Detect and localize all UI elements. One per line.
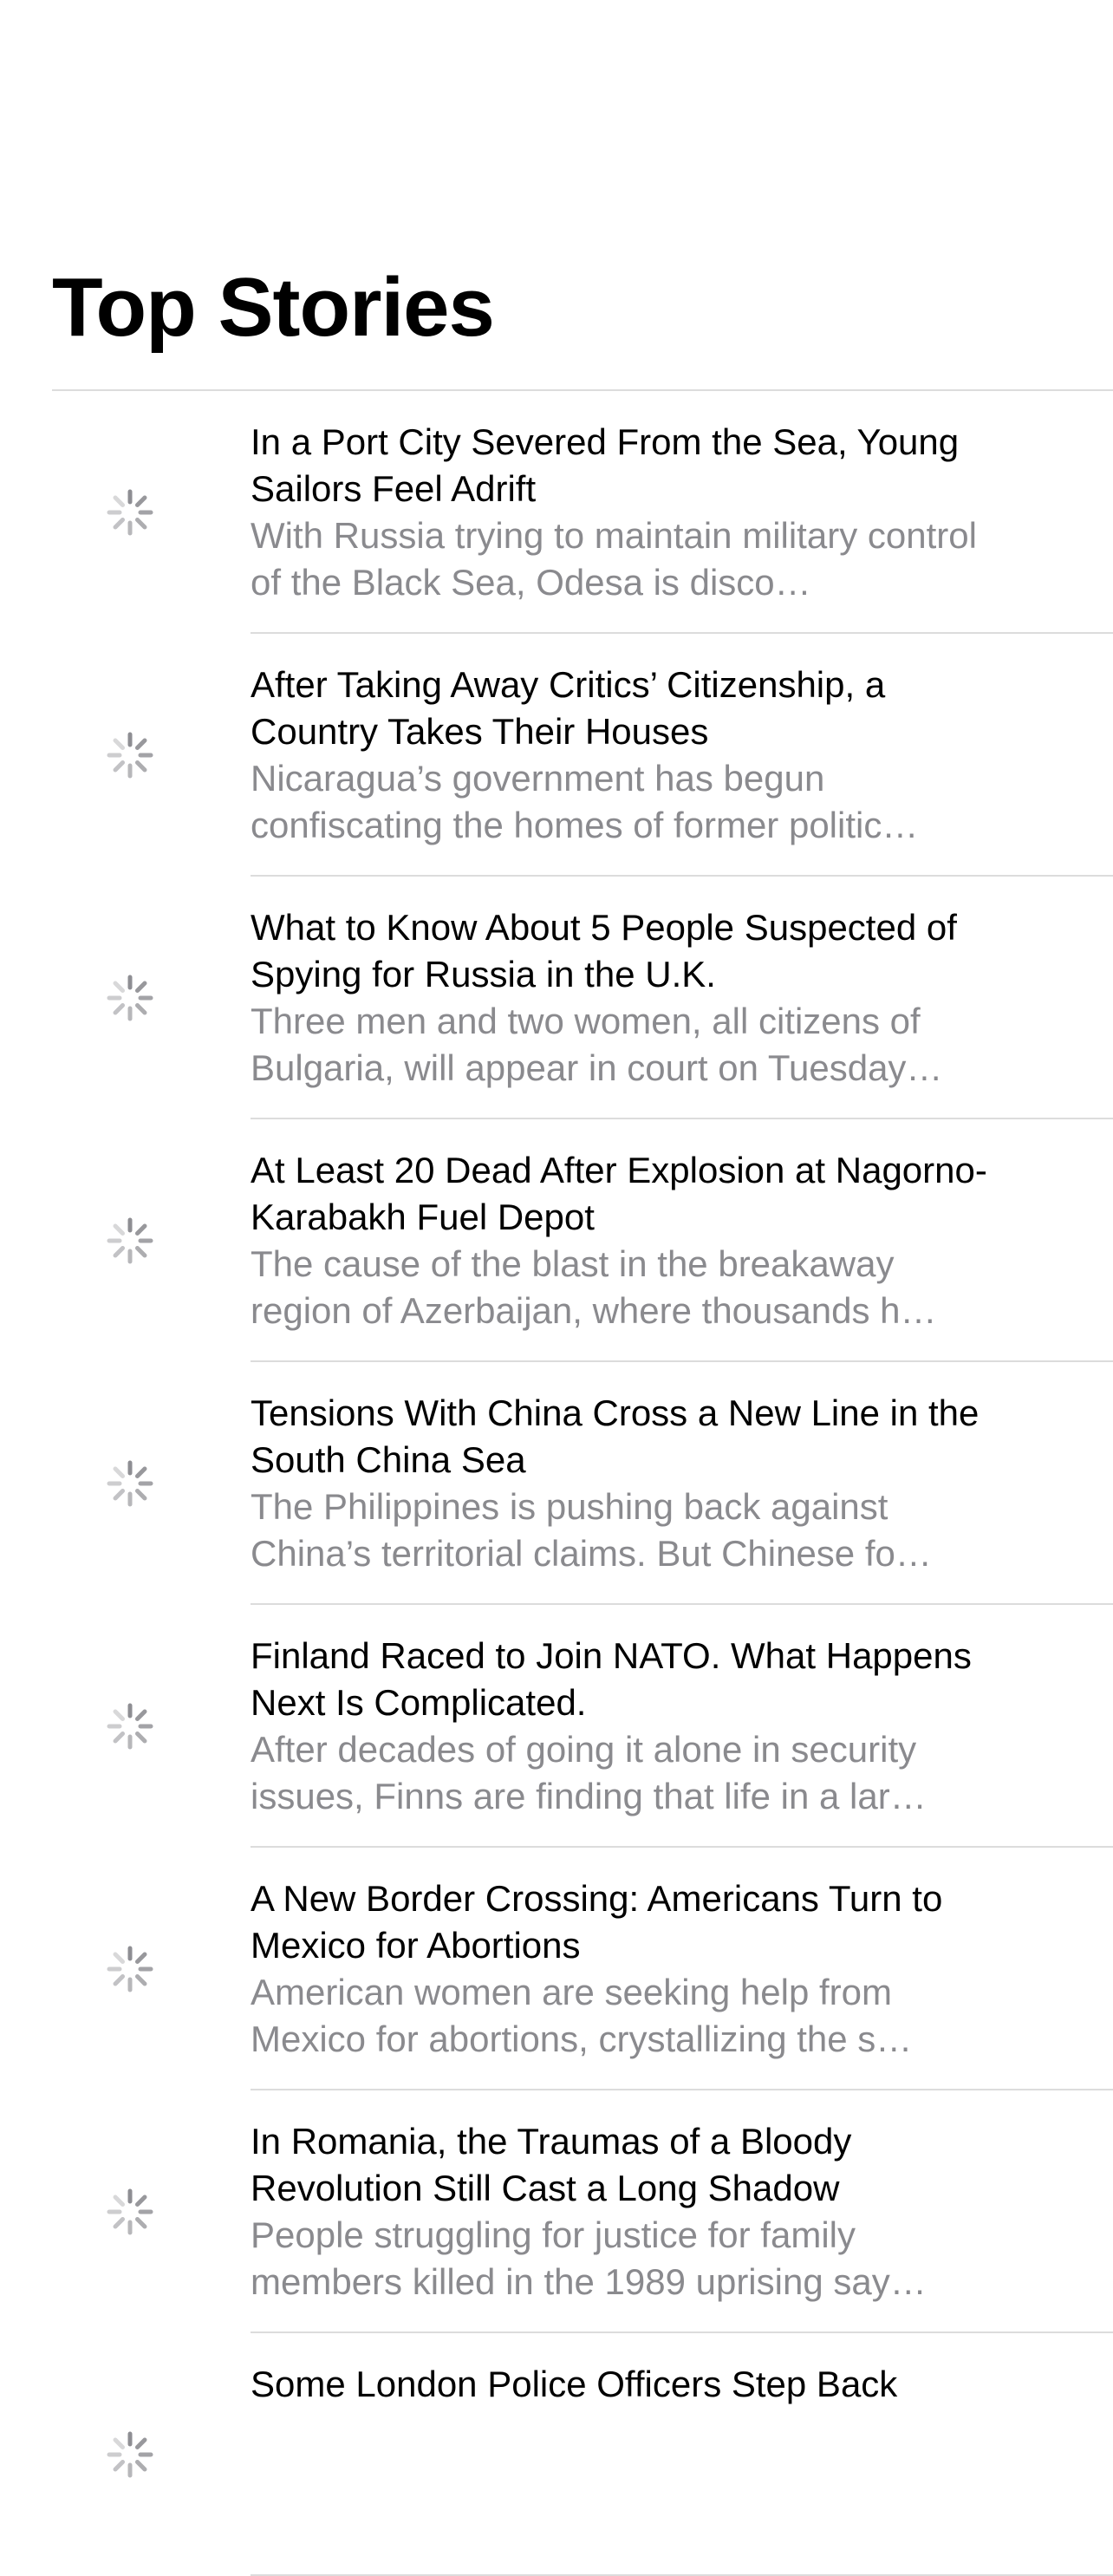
loading-spinner-icon bbox=[104, 2186, 156, 2238]
story-text: At Least 20 Dead After Explosion at Nago… bbox=[251, 1147, 1000, 1334]
story-title: At Least 20 Dead After Explosion at Nago… bbox=[251, 1150, 987, 1237]
story-summary: With Russia trying to maintain military … bbox=[251, 515, 977, 603]
story-row[interactable]: In Romania, the Traumas of a Bloody Revo… bbox=[0, 2090, 1113, 2333]
story-title: After Taking Away Critics’ Citizenship, … bbox=[251, 664, 886, 752]
story-row[interactable]: Tensions With China Cross a New Line in … bbox=[0, 1362, 1113, 1605]
loading-spinner-icon bbox=[104, 1943, 156, 1995]
story-summary: After decades of going it alone in secur… bbox=[251, 1729, 927, 1816]
story-row[interactable]: After Taking Away Critics’ Citizenship, … bbox=[0, 634, 1113, 877]
story-text: A New Border Crossing: Americans Turn to… bbox=[251, 1875, 1000, 2063]
story-row[interactable]: In a Port City Severed From the Sea, You… bbox=[0, 391, 1113, 634]
loading-spinner-icon bbox=[104, 1458, 156, 1510]
story-row[interactable]: Finland Raced to Join NATO. What Happens… bbox=[0, 1605, 1113, 1848]
story-title: In a Port City Severed From the Sea, You… bbox=[251, 421, 960, 509]
loading-spinner-icon bbox=[104, 486, 156, 538]
story-title: A New Border Crossing: Americans Turn to… bbox=[251, 1878, 943, 1966]
story-summary: The Philippines is pushing back against … bbox=[251, 1486, 932, 1574]
story-text: Finland Raced to Join NATO. What Happens… bbox=[251, 1633, 1000, 1820]
loading-spinner-icon bbox=[104, 729, 156, 781]
loading-spinner-icon bbox=[104, 1215, 156, 1267]
story-title: What to Know About 5 People Suspected of… bbox=[251, 907, 957, 995]
story-row[interactable]: At Least 20 Dead After Explosion at Nago… bbox=[0, 1119, 1113, 1362]
story-text: In a Port City Severed From the Sea, You… bbox=[251, 419, 1000, 606]
page-title: Top Stories bbox=[52, 261, 495, 354]
story-summary: The cause of the blast in the breakaway … bbox=[251, 1243, 937, 1331]
loading-spinner-icon bbox=[104, 1700, 156, 1752]
story-title: Tensions With China Cross a New Line in … bbox=[251, 1392, 980, 1480]
story-text: Some London Police Officers Step Back bbox=[251, 2361, 1000, 2408]
loading-spinner-icon bbox=[104, 972, 156, 1024]
story-title: Some London Police Officers Step Back bbox=[251, 2364, 898, 2404]
story-row[interactable]: Some London Police Officers Step Back bbox=[0, 2333, 1113, 2576]
story-title: In Romania, the Traumas of a Bloody Revo… bbox=[251, 2121, 852, 2208]
story-text: In Romania, the Traumas of a Bloody Revo… bbox=[251, 2118, 1000, 2305]
story-summary: Nicaragua’s government has begun confisc… bbox=[251, 758, 919, 845]
story-text: After Taking Away Critics’ Citizenship, … bbox=[251, 662, 1000, 849]
story-summary: Three men and two women, all citizens of… bbox=[251, 1001, 943, 1088]
story-list: In a Port City Severed From the Sea, You… bbox=[0, 391, 1113, 2576]
story-text: Tensions With China Cross a New Line in … bbox=[251, 1390, 1000, 1577]
story-row[interactable]: What to Know About 5 People Suspected of… bbox=[0, 877, 1113, 1119]
loading-spinner-icon bbox=[104, 2429, 156, 2481]
story-text: What to Know About 5 People Suspected of… bbox=[251, 904, 1000, 1092]
story-summary: People struggling for justice for family… bbox=[251, 2214, 927, 2302]
story-summary: American women are seeking help from Mex… bbox=[251, 1972, 913, 2059]
story-title: Finland Raced to Join NATO. What Happens… bbox=[251, 1635, 972, 1723]
story-row[interactable]: A New Border Crossing: Americans Turn to… bbox=[0, 1848, 1113, 2090]
